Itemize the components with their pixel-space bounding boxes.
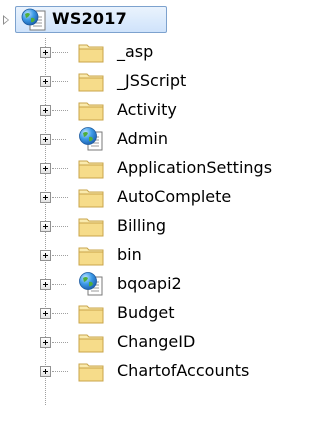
expand-plus-icon[interactable] [40, 221, 51, 232]
expand-plus-icon[interactable] [40, 105, 51, 116]
expand-arrow-icon[interactable] [3, 15, 9, 25]
root-project-label[interactable]: WS2017 [52, 9, 127, 29]
tree-node-changeid[interactable]: ChangeID [0, 328, 302, 357]
expand-plus-icon[interactable] [40, 134, 51, 145]
folder-icon [78, 42, 105, 63]
tree-node-jsscript[interactable]: _JSScript [0, 67, 302, 96]
tree-connector [52, 81, 68, 82]
folder-icon [78, 100, 105, 121]
tree-node-label[interactable]: Activity [117, 99, 177, 120]
tree-node-bin[interactable]: bin [0, 241, 302, 270]
expand-plus-icon[interactable] [40, 366, 51, 377]
tree-node-asp[interactable]: _asp [0, 38, 302, 67]
tree-node-label[interactable]: Billing [117, 215, 166, 236]
tree-node-budget[interactable]: Budget [0, 299, 302, 328]
tree-node-label[interactable]: ChartofAccounts [117, 360, 249, 381]
tree-connector [52, 110, 68, 111]
folder-icon [78, 158, 105, 179]
tree-node-label[interactable]: bqoapi2 [117, 273, 182, 294]
tree-node-label[interactable]: _asp [117, 41, 153, 62]
expand-plus-icon[interactable] [40, 76, 51, 87]
web-application-icon [77, 126, 105, 152]
expand-plus-icon[interactable] [40, 250, 51, 261]
tree-connector [52, 313, 68, 314]
folder-icon [78, 245, 105, 266]
tree-connector [52, 139, 66, 140]
tree-node-label[interactable]: ChangeID [117, 331, 195, 352]
tree-connector [52, 197, 68, 198]
folder-icon [78, 303, 105, 324]
tree-connector [52, 168, 68, 169]
tree-connector [52, 226, 68, 227]
tree-node-label[interactable]: Budget [117, 302, 175, 323]
tree-node-bqoapi2[interactable]: bqoapi2 [0, 270, 302, 299]
tree-node-label[interactable]: AutoComplete [117, 186, 231, 207]
expand-plus-icon[interactable] [40, 47, 51, 58]
tree-root-row[interactable]: WS2017 [0, 6, 180, 34]
tree-node-autocomplete[interactable]: AutoComplete [0, 183, 302, 212]
folder-icon [78, 71, 105, 92]
tree-node-chartofaccounts[interactable]: ChartofAccounts [0, 357, 302, 386]
tree-connector [52, 255, 68, 256]
expand-plus-icon[interactable] [40, 192, 51, 203]
tree-connector [52, 52, 68, 53]
folder-icon [78, 332, 105, 353]
tree-connector [52, 371, 68, 372]
expand-plus-icon[interactable] [40, 337, 51, 348]
expand-plus-icon[interactable] [40, 308, 51, 319]
tree-node-applicationsettings[interactable]: ApplicationSettings [0, 154, 302, 183]
tree-node-billing[interactable]: Billing [0, 212, 302, 241]
expand-plus-icon[interactable] [40, 279, 51, 290]
web-application-icon [77, 271, 105, 297]
tree-node-label[interactable]: Admin [117, 128, 168, 149]
tree-node-activity[interactable]: Activity [0, 96, 302, 125]
expand-plus-icon[interactable] [40, 163, 51, 174]
folder-icon [78, 216, 105, 237]
tree-connector [52, 284, 66, 285]
web-project-globe-icon [21, 8, 47, 32]
tree-connector [52, 342, 68, 343]
tree-node-label[interactable]: bin [117, 244, 142, 265]
solution-tree: WS2017 _asp _JSScript Activity Admin App… [0, 0, 302, 426]
tree-node-label[interactable]: _JSScript [117, 70, 186, 91]
folder-icon [78, 187, 105, 208]
tree-node-label[interactable]: ApplicationSettings [117, 157, 272, 178]
tree-node-admin[interactable]: Admin [0, 125, 302, 154]
folder-icon [78, 361, 105, 382]
